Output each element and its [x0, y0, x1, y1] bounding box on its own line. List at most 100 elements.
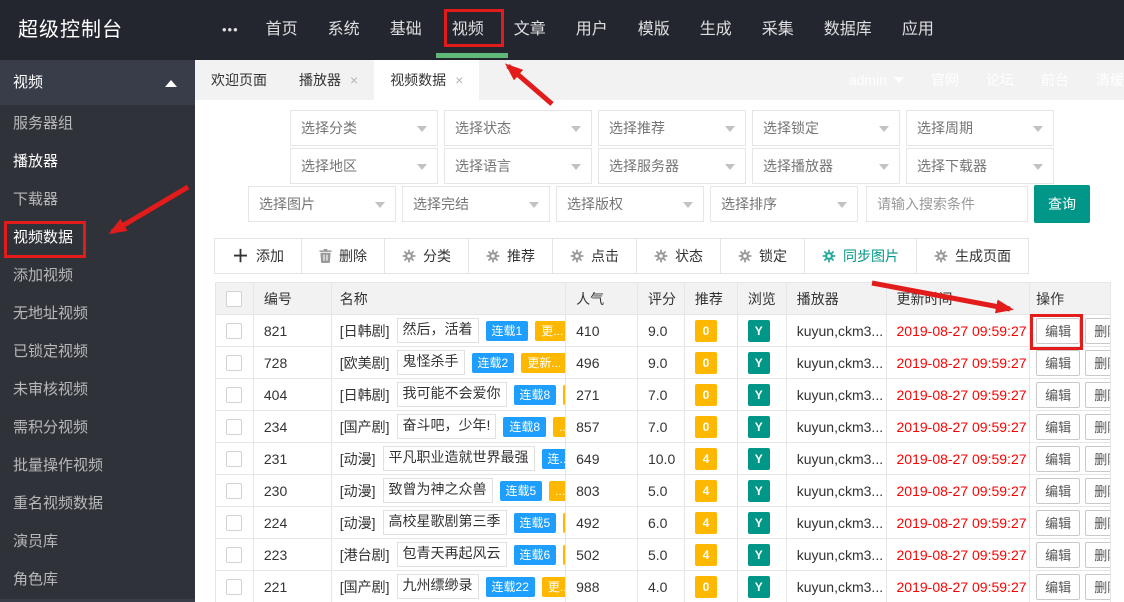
- tab-2[interactable]: 播放器 ×: [283, 60, 374, 100]
- cell-popularity: 502: [566, 539, 638, 570]
- sidebar-item-3[interactable]: 下载器: [0, 181, 195, 219]
- nav-more-icon[interactable]: •••: [210, 0, 251, 60]
- userbar-link-4[interactable]: 清缓存: [1096, 70, 1124, 90]
- user-menu[interactable]: admin: [849, 72, 904, 88]
- sidebar-item-4[interactable]: 视频数据: [0, 219, 195, 257]
- nav-item-6[interactable]: 用户: [561, 0, 623, 60]
- nav-item-5[interactable]: 文章: [499, 0, 561, 60]
- delete-button[interactable]: 删除: [1085, 317, 1110, 344]
- sidebar-item-13[interactable]: 角色库: [0, 561, 195, 599]
- sidebar-item-6[interactable]: 无地址视频: [0, 295, 195, 333]
- toolbar-button-1[interactable]: ＋ 添加: [214, 238, 302, 274]
- nav-item-1[interactable]: 首页: [251, 0, 313, 60]
- filter-select-r2-1[interactable]: 选择地区: [290, 148, 438, 184]
- sidebar-item-2[interactable]: 播放器: [0, 143, 195, 181]
- row-checkbox[interactable]: [226, 578, 243, 595]
- cell-browse: Y: [738, 315, 787, 346]
- row-checkbox[interactable]: [226, 514, 243, 531]
- edit-button[interactable]: 编辑: [1036, 349, 1081, 376]
- delete-button[interactable]: 删除: [1085, 413, 1110, 440]
- select-all-checkbox[interactable]: [226, 290, 243, 307]
- row-checkbox[interactable]: [226, 322, 243, 339]
- filter-select-r2-3[interactable]: 选择服务器: [598, 148, 746, 184]
- close-tab-icon[interactable]: ×: [455, 72, 463, 88]
- row-checkbox[interactable]: [226, 386, 243, 403]
- column-header-3: 人气: [566, 283, 638, 314]
- toolbar-button-8[interactable]: 同步图片: [804, 238, 917, 274]
- row-checkbox[interactable]: [226, 450, 243, 467]
- toolbar-button-2[interactable]: 删除: [301, 238, 385, 274]
- cell-score: 10.0: [638, 443, 685, 474]
- browse-badge: Y: [747, 415, 770, 438]
- nav-item-10[interactable]: 数据库: [809, 0, 887, 60]
- filter-select-r2-4[interactable]: 选择播放器: [752, 148, 900, 184]
- row-checkbox[interactable]: [226, 482, 243, 499]
- userbar-link-1[interactable]: 官网: [931, 70, 959, 90]
- delete-button[interactable]: 删除: [1085, 509, 1110, 536]
- filter-select-r1-5[interactable]: 选择周期: [906, 110, 1054, 146]
- tab-1[interactable]: 欢迎页面: [195, 60, 283, 100]
- toolbar-button-3[interactable]: 分类: [384, 238, 469, 274]
- delete-button[interactable]: 删除: [1085, 541, 1110, 568]
- row-checkbox[interactable]: [226, 546, 243, 563]
- delete-button[interactable]: 删除: [1085, 381, 1110, 408]
- delete-button[interactable]: 删除: [1085, 445, 1110, 472]
- filter-select-r3-1[interactable]: 选择图片: [248, 186, 396, 222]
- sidebar-group-video[interactable]: 视频: [0, 60, 195, 105]
- nav-item-9[interactable]: 采集: [747, 0, 809, 60]
- tab-3[interactable]: 视频数据 ×: [374, 60, 480, 100]
- filter-select-r2-5[interactable]: 选择下载器: [906, 148, 1054, 184]
- edit-button[interactable]: 编辑: [1036, 477, 1081, 504]
- nav-item-7[interactable]: 模版: [623, 0, 685, 60]
- nav-item-11[interactable]: 应用: [887, 0, 949, 60]
- filter-select-r2-2[interactable]: 选择语言: [444, 148, 592, 184]
- userbar-link-3[interactable]: 前台: [1041, 70, 1069, 90]
- row-checkbox-cell: [216, 443, 254, 474]
- nav-item-8[interactable]: 生成: [685, 0, 747, 60]
- edit-button[interactable]: 编辑: [1036, 573, 1081, 600]
- search-input[interactable]: [866, 186, 1028, 222]
- cell-score: 7.0: [638, 411, 685, 442]
- toolbar-button-6[interactable]: 状态: [636, 238, 721, 274]
- filter-select-r1-1[interactable]: 选择分类: [290, 110, 438, 146]
- search-button[interactable]: 查询: [1034, 185, 1090, 223]
- delete-button[interactable]: 删除: [1085, 573, 1110, 600]
- cell-browse: Y: [738, 571, 787, 602]
- row-checkbox[interactable]: [226, 418, 243, 435]
- serial-badge: 连载5: [499, 480, 543, 501]
- filter-select-r1-2[interactable]: 选择状态: [444, 110, 592, 146]
- sidebar-item-1[interactable]: 服务器组: [0, 105, 195, 143]
- sidebar-item-8[interactable]: 未审核视频: [0, 371, 195, 409]
- sidebar-item-9[interactable]: 需积分视频: [0, 409, 195, 447]
- sidebar-item-5[interactable]: 添加视频: [0, 257, 195, 295]
- nav-item-4[interactable]: 视频: [437, 0, 499, 60]
- edit-button[interactable]: 编辑: [1036, 509, 1081, 536]
- edit-button[interactable]: 编辑: [1036, 413, 1081, 440]
- select-placeholder: 选择下载器: [917, 158, 987, 174]
- edit-button[interactable]: 编辑: [1036, 541, 1081, 568]
- filter-select-r1-3[interactable]: 选择推荐: [598, 110, 746, 146]
- close-tab-icon[interactable]: ×: [350, 72, 358, 88]
- sidebar-item-11[interactable]: 重名视频数据: [0, 485, 195, 523]
- toolbar-button-5[interactable]: 点击: [552, 238, 637, 274]
- edit-button[interactable]: 编辑: [1036, 317, 1081, 344]
- sidebar-item-12[interactable]: 演员库: [0, 523, 195, 561]
- delete-button[interactable]: 删除: [1085, 349, 1110, 376]
- filter-select-r3-3[interactable]: 选择版权: [556, 186, 704, 222]
- toolbar-button-9[interactable]: 生成页面: [916, 238, 1029, 274]
- filter-select-r3-2[interactable]: 选择完结: [402, 186, 550, 222]
- toolbar-button-4[interactable]: 推荐: [468, 238, 553, 274]
- toolbar-button-7[interactable]: 锁定: [720, 238, 805, 274]
- sidebar-item-7[interactable]: 已锁定视频: [0, 333, 195, 371]
- filter-select-r3-4[interactable]: 选择排序: [710, 186, 858, 222]
- edit-button[interactable]: 编辑: [1036, 445, 1081, 472]
- nav-item-3[interactable]: 基础: [375, 0, 437, 60]
- userbar-link-2[interactable]: 论坛: [986, 70, 1014, 90]
- edit-button[interactable]: 编辑: [1036, 381, 1081, 408]
- row-checkbox-cell: [216, 539, 254, 570]
- nav-item-2[interactable]: 系统: [313, 0, 375, 60]
- sidebar-item-10[interactable]: 批量操作视频: [0, 447, 195, 485]
- delete-button[interactable]: 删除: [1085, 477, 1110, 504]
- filter-select-r1-4[interactable]: 选择锁定: [752, 110, 900, 146]
- row-checkbox[interactable]: [226, 354, 243, 371]
